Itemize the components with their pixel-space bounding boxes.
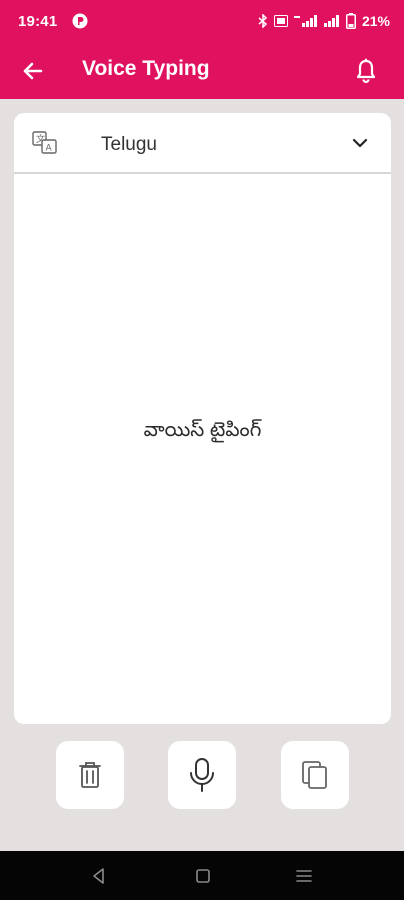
signal-icon — [323, 15, 339, 27]
navigation-bar — [0, 851, 404, 900]
translate-icon: 文 A — [32, 131, 57, 154]
chevron-down-icon[interactable] — [350, 133, 370, 153]
copy-button[interactable] — [281, 741, 349, 809]
arrow-left-icon — [23, 62, 43, 80]
notification-button[interactable] — [350, 55, 382, 87]
battery-icon — [345, 13, 356, 29]
page-title: Voice Typing — [82, 57, 210, 80]
status-time: 19:41 — [18, 13, 58, 30]
svg-text:A: A — [46, 144, 53, 154]
microphone-icon — [190, 758, 214, 792]
microphone-button[interactable] — [168, 741, 236, 809]
battery-percent: 21% — [361, 13, 390, 29]
voice-text-area[interactable]: వాయిస్ టైపింగ్ — [14, 174, 391, 724]
signal-icon — [293, 15, 317, 27]
back-triangle-icon[interactable] — [88, 865, 110, 887]
trash-icon — [79, 762, 101, 788]
bluetooth-icon — [258, 14, 268, 28]
app-bar: Voice Typing — [0, 44, 404, 99]
home-square-icon[interactable] — [192, 865, 214, 887]
delete-button[interactable] — [56, 741, 124, 809]
recents-lines-icon[interactable] — [293, 865, 315, 887]
voice-typing-card: 文 A Telugu వాయిస్ టైపింగ్ — [14, 113, 391, 724]
copy-icon — [302, 761, 327, 789]
status-bar: 19:41 21% — [0, 0, 404, 44]
back-button[interactable] — [18, 56, 48, 86]
selected-language: Telugu — [101, 134, 157, 155]
language-selector[interactable]: 文 A Telugu — [14, 113, 391, 173]
volte-icon — [273, 15, 288, 27]
bell-icon — [356, 58, 376, 84]
status-icons: 21% — [258, 12, 390, 30]
text-area-placeholder: వాయిస్ టైపింగ్ — [143, 419, 262, 441]
app-notification-icon — [72, 13, 88, 29]
